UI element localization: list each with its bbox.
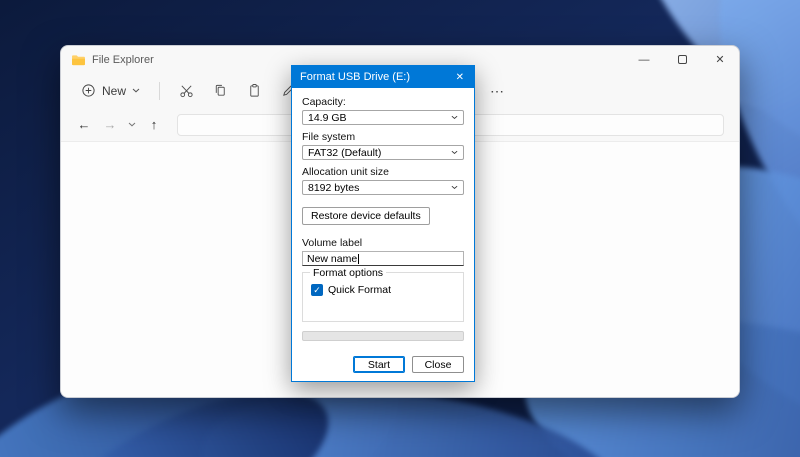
scissors-icon (179, 83, 194, 98)
cut-button[interactable] (171, 78, 201, 104)
volume-label-value: New name (307, 252, 358, 265)
capacity-value: 14.9 GB (308, 111, 347, 124)
forward-button[interactable]: → (102, 117, 118, 132)
chevron-down-icon (451, 115, 458, 120)
more-options-button[interactable]: ⋯ (485, 80, 509, 102)
chevron-down-icon (451, 150, 458, 155)
minimize-button[interactable]: — (625, 46, 663, 73)
desktop: File Explorer — ✕ New ⋯ ← → ↑ Format USB… (0, 0, 800, 457)
clipboard-icon (247, 83, 262, 98)
toolbar-divider (159, 81, 161, 100)
folder-icon (71, 54, 86, 66)
volume-label-input[interactable]: New name (302, 251, 464, 266)
quick-format-row[interactable]: ✓ Quick Format (311, 284, 455, 296)
file-system-dropdown[interactable]: FAT32 (Default) (302, 145, 464, 160)
capacity-label: Capacity: (302, 96, 346, 108)
window-title-group: File Explorer (71, 54, 154, 66)
quick-format-label: Quick Format (328, 284, 392, 296)
restore-defaults-button[interactable]: Restore device defaults (302, 207, 430, 225)
text-caret (358, 253, 360, 264)
up-button[interactable]: ↑ (146, 117, 162, 132)
volume-label-label: Volume label (302, 237, 363, 249)
copy-button[interactable] (205, 78, 235, 104)
file-system-label: File system (302, 131, 356, 143)
dialog-buttons: Start Close (302, 356, 464, 373)
dialog-titlebar[interactable]: Format USB Drive (E:) ✕ (292, 66, 474, 88)
chevron-down-icon (132, 88, 140, 93)
close-button[interactable]: Close (412, 356, 464, 373)
format-options-group: Format options ✓ Quick Format (302, 267, 464, 322)
plus-circle-icon (81, 83, 96, 98)
chevron-down-icon (451, 185, 458, 190)
dialog-close-button[interactable]: ✕ (453, 70, 467, 85)
start-button[interactable]: Start (353, 356, 405, 373)
maximize-icon (677, 55, 687, 64)
window-controls: — ✕ (625, 46, 739, 73)
quick-format-checkbox[interactable]: ✓ (311, 284, 323, 296)
dialog-body: Capacity: 14.9 GB File system FAT32 (Def… (292, 88, 474, 381)
back-button[interactable]: ← (76, 117, 92, 132)
recent-locations-chevron-icon[interactable] (128, 122, 136, 127)
capacity-dropdown[interactable]: 14.9 GB (302, 110, 464, 125)
copy-icon (213, 83, 228, 98)
close-window-button[interactable]: ✕ (701, 46, 739, 73)
format-progress-bar (302, 331, 464, 341)
new-button[interactable]: New (73, 79, 148, 102)
allocation-unit-label: Allocation unit size (302, 166, 389, 178)
window-title: File Explorer (92, 53, 154, 66)
format-usb-dialog: Format USB Drive (E:) ✕ Capacity: 14.9 G… (291, 65, 475, 382)
allocation-unit-value: 8192 bytes (308, 181, 360, 194)
paste-button[interactable] (239, 78, 269, 104)
allocation-unit-dropdown[interactable]: 8192 bytes (302, 180, 464, 195)
format-options-legend: Format options (310, 267, 387, 279)
dialog-title: Format USB Drive (E:) (300, 71, 411, 83)
maximize-button[interactable] (663, 46, 701, 73)
file-system-value: FAT32 (Default) (308, 146, 382, 159)
new-button-label: New (102, 83, 127, 98)
